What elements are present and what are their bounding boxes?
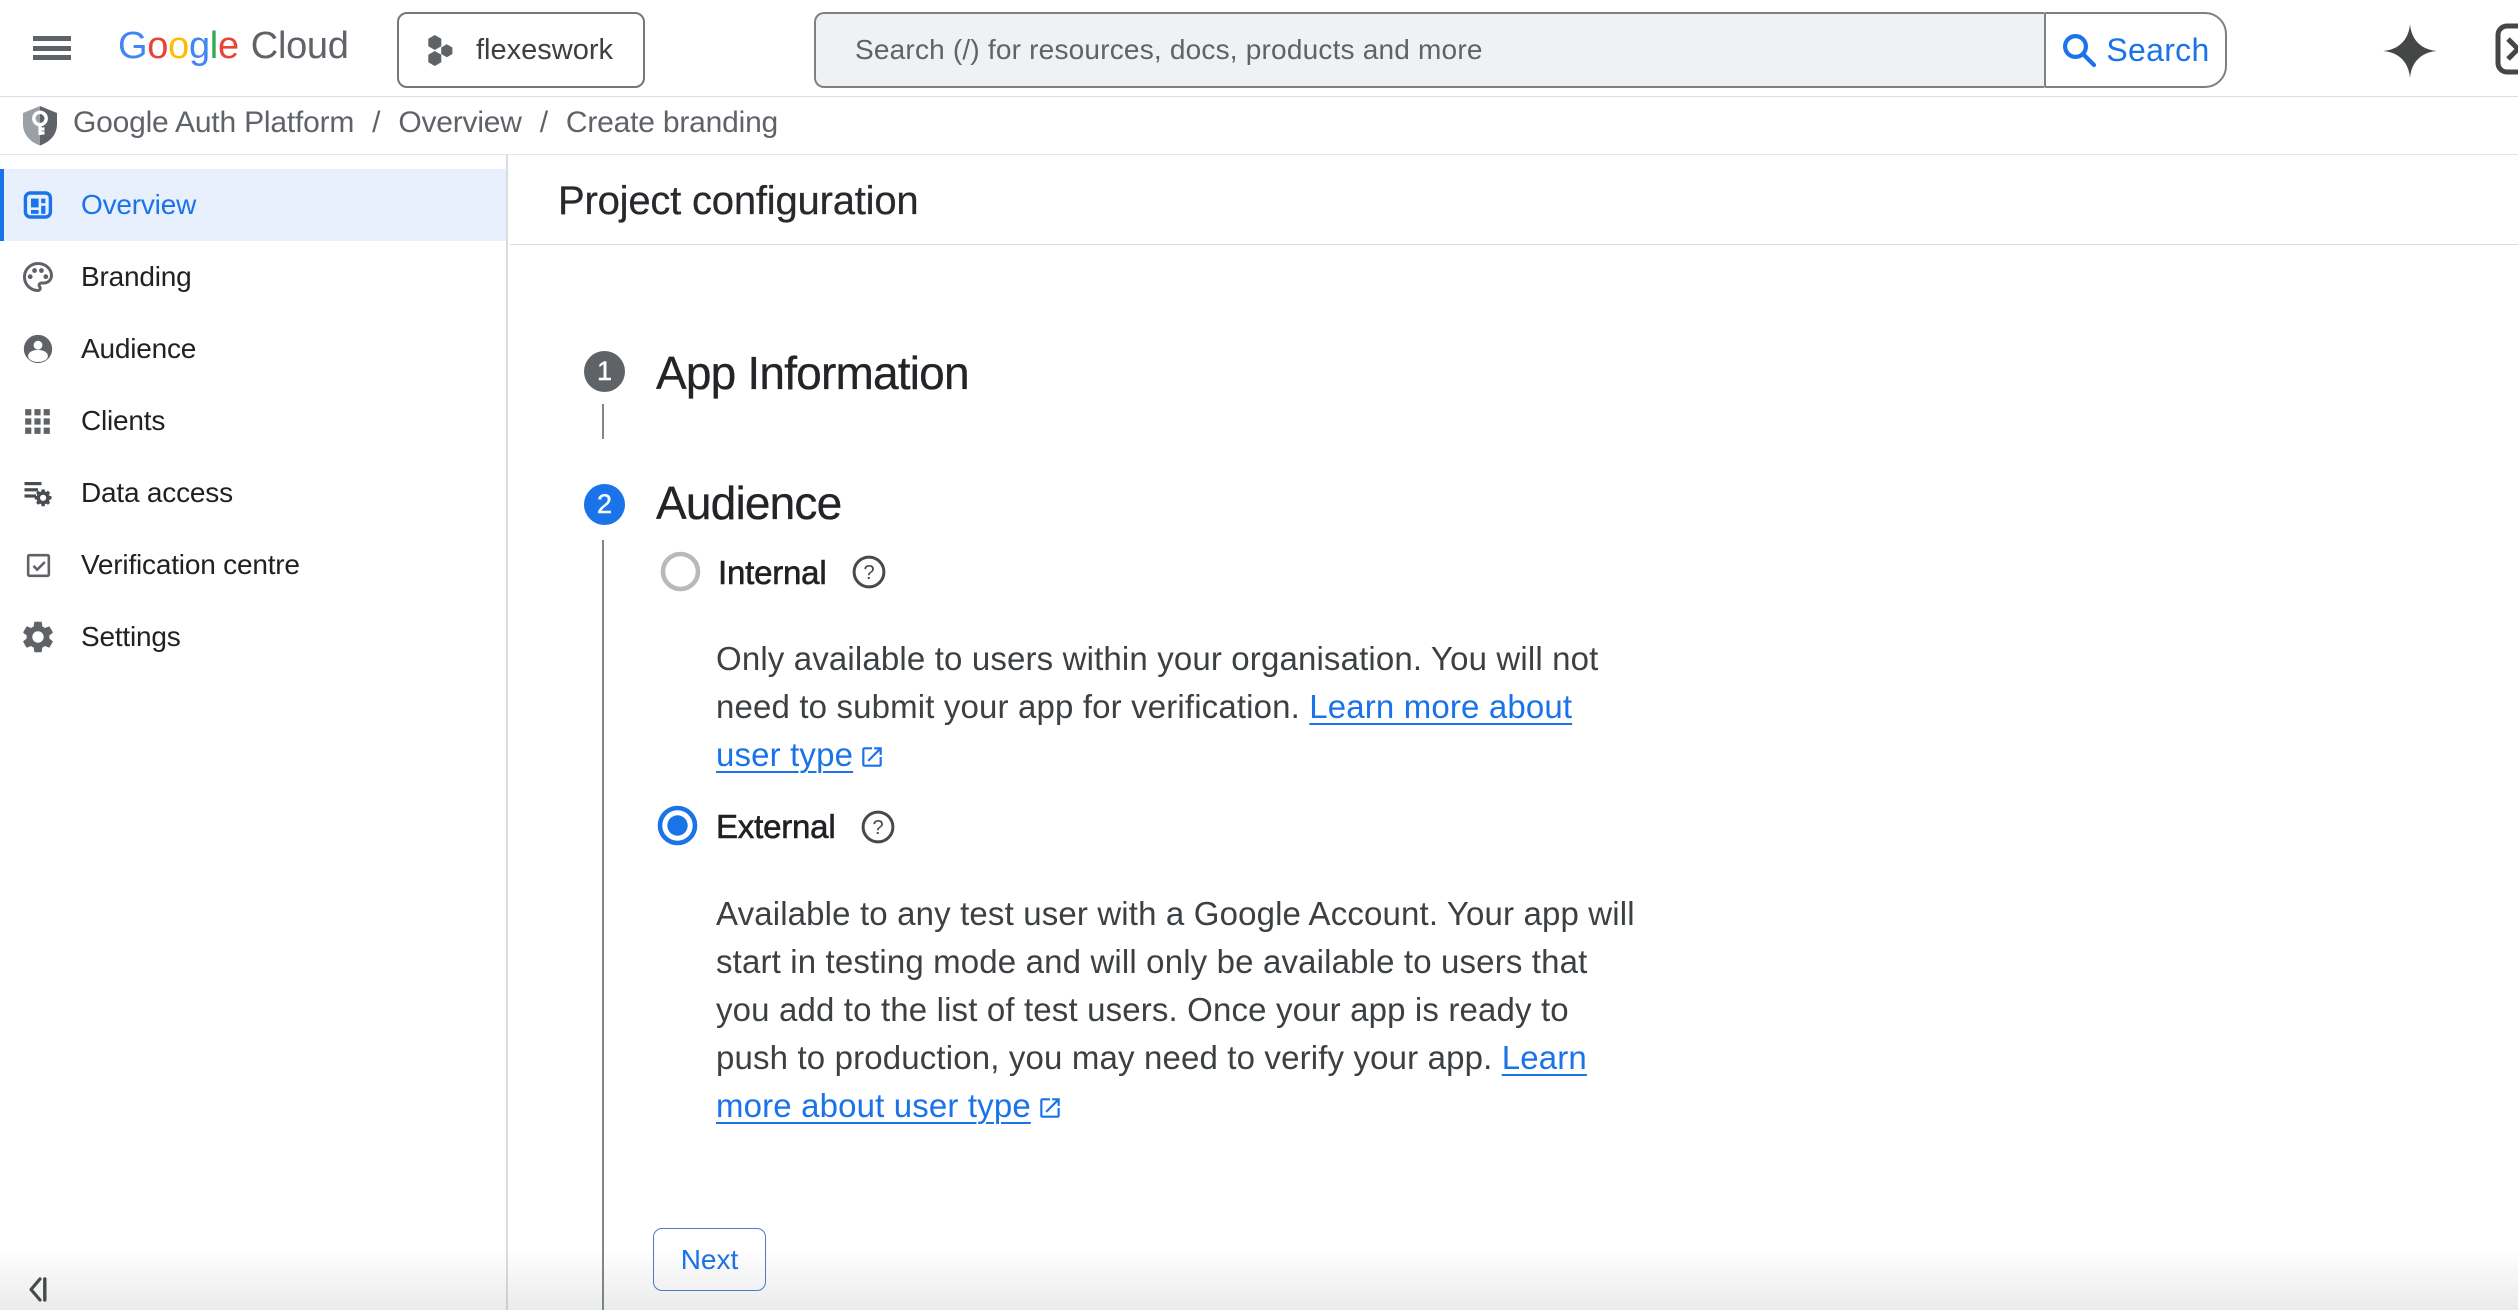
svg-text:?: ? [872, 817, 883, 839]
svg-text:?: ? [863, 562, 874, 584]
